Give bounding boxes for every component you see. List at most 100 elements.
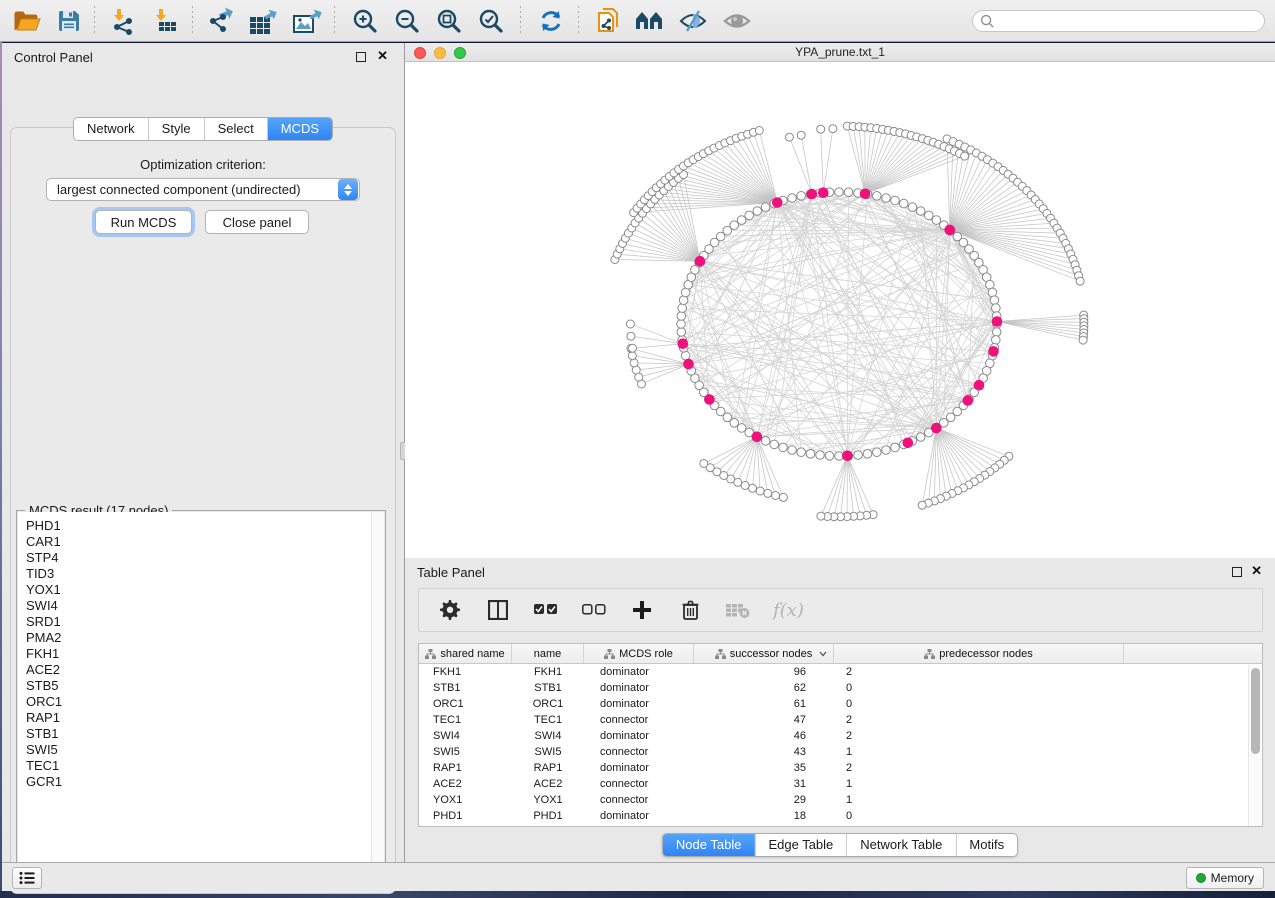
table-row[interactable]: SWI5SWI5connector431 bbox=[419, 744, 1262, 760]
table-cell[interactable]: SWI4 bbox=[512, 728, 584, 744]
table-cell[interactable]: 1 bbox=[834, 776, 1124, 792]
table-row[interactable]: ORC1ORC1dominator610 bbox=[419, 696, 1262, 712]
table-cell[interactable]: ORC1 bbox=[419, 696, 512, 712]
table-row[interactable]: PHD1PHD1dominator180 bbox=[419, 808, 1262, 824]
deselect-all-icon[interactable] bbox=[581, 597, 607, 623]
tab-motifs[interactable]: Motifs bbox=[955, 834, 1017, 856]
window-minimize-icon[interactable] bbox=[434, 47, 446, 59]
table-row[interactable]: STB1STB1dominator620 bbox=[419, 680, 1262, 696]
task-history-button[interactable] bbox=[12, 867, 42, 889]
table-cell[interactable]: 0 bbox=[834, 680, 1124, 696]
navigator-icon[interactable] bbox=[632, 6, 666, 36]
mcds-result-item[interactable]: ORC1 bbox=[26, 694, 384, 710]
table-cell[interactable]: ORC1 bbox=[512, 696, 584, 712]
mcds-result-item[interactable]: TEC1 bbox=[26, 758, 384, 774]
mcds-result-item[interactable]: STB1 bbox=[26, 726, 384, 742]
export-network-icon[interactable] bbox=[204, 6, 238, 36]
mcds-result-item[interactable]: STP4 bbox=[26, 550, 384, 566]
table-cell[interactable]: SWI4 bbox=[419, 728, 512, 744]
search-input[interactable] bbox=[1000, 14, 1264, 28]
close-table-panel-icon[interactable]: ✕ bbox=[1251, 563, 1262, 579]
document-share-icon[interactable] bbox=[592, 6, 626, 36]
function-builder-icon[interactable]: f(x) bbox=[773, 600, 804, 621]
table-cell[interactable]: SWI5 bbox=[512, 744, 584, 760]
show-graphics-icon[interactable] bbox=[720, 6, 754, 36]
window-zoom-icon[interactable] bbox=[454, 47, 466, 59]
search-field[interactable] bbox=[972, 10, 1265, 32]
table-cell[interactable]: SWI5 bbox=[419, 744, 512, 760]
table-cell[interactable]: 2 bbox=[834, 728, 1124, 744]
mcds-result-item[interactable]: PMA2 bbox=[26, 630, 384, 646]
mcds-result-item[interactable]: PHD1 bbox=[26, 518, 384, 534]
table-cell[interactable]: ACE2 bbox=[419, 776, 512, 792]
tab-style[interactable]: Style bbox=[148, 118, 204, 140]
table-cell[interactable]: PHD1 bbox=[419, 808, 512, 824]
mcds-list-scrollbar[interactable] bbox=[371, 512, 384, 878]
table-cell[interactable]: 0 bbox=[834, 808, 1124, 824]
table-cell[interactable]: ACE2 bbox=[512, 776, 584, 792]
mcds-result-item[interactable]: CAR1 bbox=[26, 534, 384, 550]
table-cell[interactable]: 2 bbox=[834, 760, 1124, 776]
network-graph[interactable] bbox=[405, 62, 1275, 558]
table-cell[interactable]: dominator bbox=[584, 760, 694, 776]
table-cell[interactable]: 2 bbox=[834, 664, 1124, 680]
table-cell[interactable]: 1 bbox=[834, 792, 1124, 808]
table-cell[interactable]: TEC1 bbox=[512, 712, 584, 728]
table-cell[interactable]: 61 bbox=[694, 696, 834, 712]
mcds-result-item[interactable]: ACE2 bbox=[26, 662, 384, 678]
close-panel-icon[interactable]: ✕ bbox=[377, 48, 388, 64]
mcds-result-item[interactable]: GCR1 bbox=[26, 774, 384, 790]
table-cell[interactable]: connector bbox=[584, 712, 694, 728]
mcds-result-item[interactable]: RAP1 bbox=[26, 710, 384, 726]
float-table-panel-icon[interactable] bbox=[1232, 567, 1242, 577]
table-cell[interactable]: STB1 bbox=[512, 680, 584, 696]
mcds-result-list[interactable]: PHD1CAR1STP4TID3YOX1SWI4SRD1PMA2FKH1ACE2… bbox=[18, 512, 384, 878]
table-row[interactable]: YOX1YOX1connector291 bbox=[419, 792, 1262, 808]
column-header-name[interactable]: name bbox=[512, 644, 584, 663]
table-cell[interactable]: YOX1 bbox=[419, 792, 512, 808]
optimization-criterion-select[interactable]: largest connected component (undirected) bbox=[46, 178, 360, 201]
run-mcds-button[interactable]: Run MCDS bbox=[95, 210, 192, 234]
add-column-icon[interactable] bbox=[629, 597, 655, 623]
table-cell[interactable]: connector bbox=[584, 792, 694, 808]
table-cell[interactable]: dominator bbox=[584, 808, 694, 824]
mcds-result-item[interactable]: SWI4 bbox=[26, 598, 384, 614]
table-cell[interactable]: connector bbox=[584, 744, 694, 760]
show-columns-icon[interactable] bbox=[485, 597, 511, 623]
table-cell[interactable]: 0 bbox=[834, 696, 1124, 712]
mcds-result-item[interactable]: FKH1 bbox=[26, 646, 384, 662]
column-header-shared-name[interactable]: shared name bbox=[419, 644, 512, 663]
close-panel-button[interactable]: Close panel bbox=[205, 210, 309, 234]
table-row[interactable]: FKH1FKH1dominator962 bbox=[419, 664, 1262, 680]
table-cell[interactable]: YOX1 bbox=[512, 792, 584, 808]
zoom-out-icon[interactable] bbox=[390, 6, 424, 36]
table-cell[interactable]: RAP1 bbox=[512, 760, 584, 776]
table-cell[interactable]: 35 bbox=[694, 760, 834, 776]
table-cell[interactable]: 2 bbox=[834, 712, 1124, 728]
zoom-fit-icon[interactable] bbox=[432, 6, 466, 36]
table-cell[interactable]: RAP1 bbox=[419, 760, 512, 776]
table-cell[interactable]: connector bbox=[584, 776, 694, 792]
zoom-selected-icon[interactable] bbox=[474, 6, 508, 36]
mcds-result-item[interactable]: TID3 bbox=[26, 566, 384, 582]
open-file-icon[interactable] bbox=[10, 6, 44, 36]
tab-node-table[interactable]: Node Table bbox=[663, 834, 755, 856]
column-header-successor-nodes[interactable]: successor nodes bbox=[694, 644, 834, 663]
table-cell[interactable]: dominator bbox=[584, 728, 694, 744]
table-cell[interactable]: dominator bbox=[584, 664, 694, 680]
column-header-predecessor-nodes[interactable]: predecessor nodes bbox=[834, 644, 1124, 663]
tab-network[interactable]: Network bbox=[74, 118, 148, 140]
table-cell[interactable]: FKH1 bbox=[419, 664, 512, 680]
tab-select[interactable]: Select bbox=[204, 118, 267, 140]
import-table-icon[interactable] bbox=[148, 6, 182, 36]
tab-edge-table[interactable]: Edge Table bbox=[754, 834, 846, 856]
zoom-in-icon[interactable] bbox=[348, 6, 382, 36]
table-cell[interactable]: 62 bbox=[694, 680, 834, 696]
tab-mcds[interactable]: MCDS bbox=[267, 118, 332, 140]
table-scrollbar[interactable] bbox=[1248, 665, 1261, 826]
network-canvas[interactable] bbox=[405, 62, 1275, 558]
mcds-result-item[interactable]: YOX1 bbox=[26, 582, 384, 598]
table-cell[interactable]: 96 bbox=[694, 664, 834, 680]
table-row[interactable]: ACE2ACE2connector311 bbox=[419, 776, 1262, 792]
table-scrollbar-thumb[interactable] bbox=[1251, 668, 1260, 754]
